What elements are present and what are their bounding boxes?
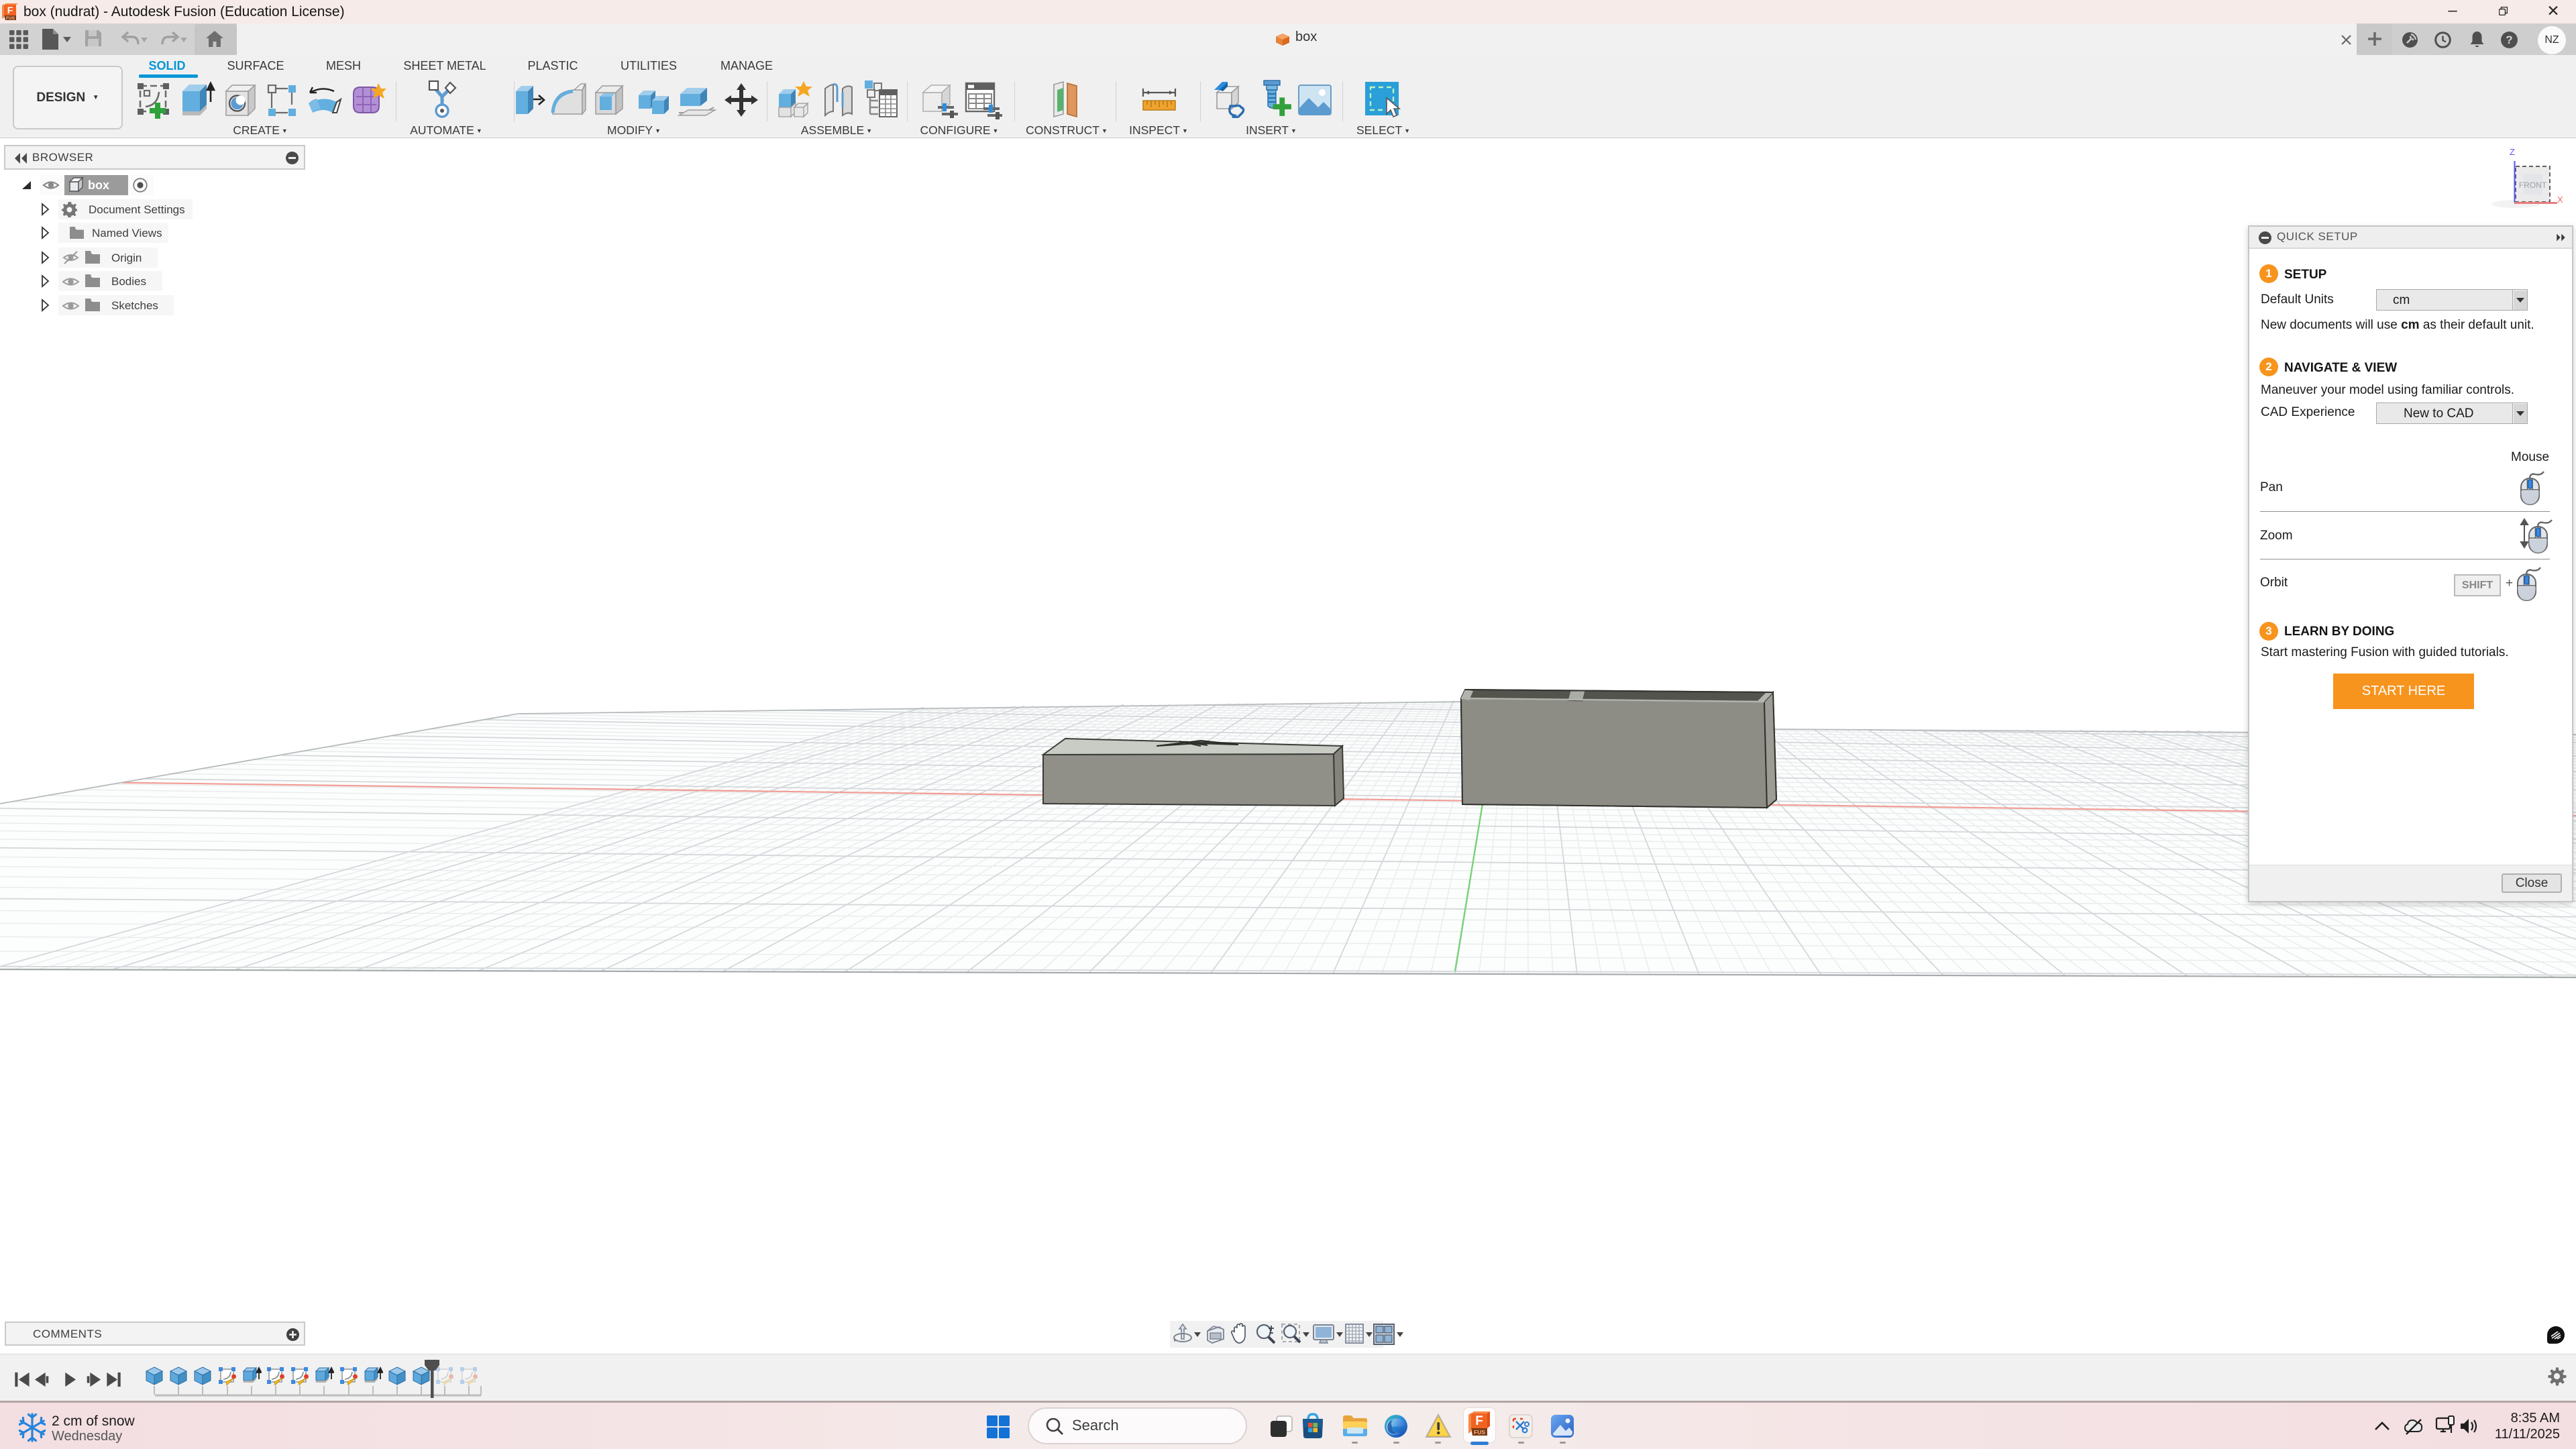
svg-text:FRONT: FRONT	[2519, 180, 2547, 190]
svg-text:F: F	[7, 5, 13, 15]
svg-text:F: F	[1475, 1414, 1483, 1428]
svg-text:FUS: FUS	[6, 16, 15, 21]
svg-text:?: ?	[2506, 34, 2512, 46]
svg-text:FUS: FUS	[1474, 1429, 1485, 1436]
